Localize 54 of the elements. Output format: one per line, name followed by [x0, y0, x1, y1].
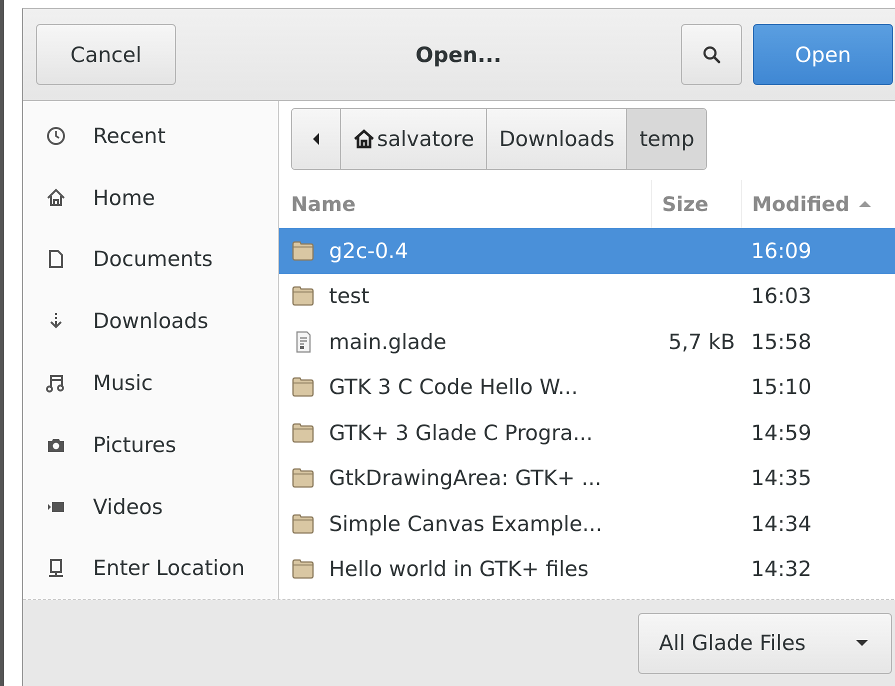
- file-row[interactable]: GTK 3 C Code Hello W... 15:10: [279, 364, 895, 410]
- sidebar-item[interactable]: Downloads: [23, 290, 278, 352]
- modified-time: 14:32: [751, 557, 812, 582]
- file-row[interactable]: test 16:03: [279, 274, 895, 319]
- modified-time: 16:09: [751, 238, 812, 263]
- folder-icon: [291, 558, 315, 580]
- folder-icon: [291, 240, 315, 262]
- modified-time: 15:58: [751, 330, 812, 354]
- file-name: main.glade: [329, 330, 446, 354]
- sidebar-item[interactable]: Music: [23, 352, 278, 414]
- folder-icon: [291, 512, 315, 535]
- left-arrow-icon: [312, 133, 320, 145]
- folder-icon: [291, 467, 315, 490]
- modified-time: 15:10: [751, 375, 812, 400]
- cancel-button[interactable]: Cancel: [36, 24, 176, 85]
- folder-icon: [291, 422, 315, 444]
- modified-time: 14:35: [751, 466, 812, 490]
- file-row[interactable]: main.glade 5,7 kB 15:58: [279, 319, 895, 364]
- home-icon: [353, 129, 375, 149]
- dropdown-arrow-icon: [855, 638, 869, 648]
- file-filter-dropdown[interactable]: All Glade Files: [638, 612, 892, 674]
- sidebar-item[interactable]: Videos: [23, 476, 278, 538]
- file-name: Hello world in GTK+ files: [329, 557, 589, 582]
- clock-icon: [45, 124, 67, 147]
- file-row[interactable]: Hello world in GTK+ files 14:32: [279, 546, 895, 592]
- folder-icon: [291, 376, 315, 398]
- sidebar-item[interactable]: Pictures: [23, 414, 278, 476]
- file-name: GtkDrawingArea: GTK+ ...: [329, 466, 602, 490]
- folder-icon: [291, 285, 315, 308]
- file-name: GTK+ 3 Glade C Progra...: [329, 420, 593, 445]
- file-name: g2c-0.4: [329, 238, 408, 263]
- file-row[interactable]: GTK+ 3 Glade C Progra... 14:59: [279, 410, 895, 456]
- file-name: test: [329, 284, 370, 308]
- sidebar-item[interactable]: Enter Location: [23, 538, 278, 600]
- sidebar-item[interactable]: Recent: [23, 105, 278, 167]
- sort-up-icon: [858, 199, 872, 209]
- modified-time: 14:59: [751, 420, 812, 445]
- modified-time: 16:03: [751, 284, 812, 308]
- file-row[interactable]: Simple Canvas Example... 14:34: [279, 501, 895, 546]
- search-button[interactable]: [681, 24, 742, 85]
- file-size: 5,7 kB: [668, 330, 735, 354]
- sidebar-item[interactable]: Home: [23, 166, 278, 229]
- file-row[interactable]: GtkDrawingArea: GTK+ ... 14:35: [279, 456, 895, 501]
- file-name: GTK 3 C Code Hello W...: [329, 375, 578, 400]
- path-button[interactable]: temp: [626, 109, 706, 169]
- dialog-title: Open...: [414, 42, 502, 66]
- music-icon: [45, 372, 67, 394]
- path-button[interactable]: salvatore: [340, 109, 486, 169]
- modified-time: 14:34: [751, 512, 812, 536]
- sidebar-item[interactable]: Documents: [23, 228, 278, 290]
- home-icon: [45, 186, 67, 209]
- file-name: Simple Canvas Example...: [329, 512, 602, 536]
- path-button[interactable]: Downloads: [486, 109, 626, 169]
- search-icon: [702, 44, 722, 64]
